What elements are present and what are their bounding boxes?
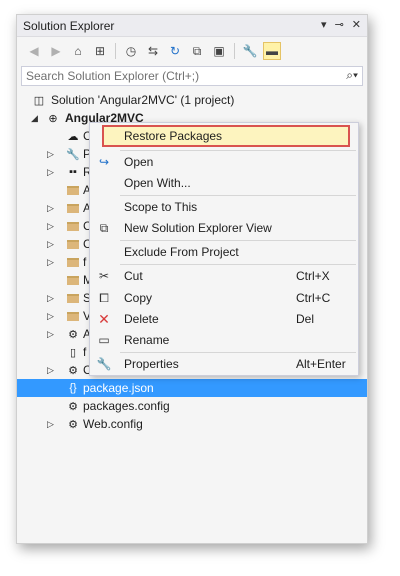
menu-item-label: Cut <box>124 269 143 283</box>
menu-item-label: Open With... <box>124 176 191 190</box>
tree-item-label: package.json <box>83 381 154 395</box>
menu-item-properties[interactable]: 🔧 Properties Alt+Enter <box>90 353 358 375</box>
json-file-icon: {} <box>69 382 77 394</box>
search-icon[interactable]: ⌕▾ <box>346 68 358 83</box>
tree-item-label: Web.config <box>83 417 143 431</box>
folder-icon <box>65 201 81 215</box>
tree-row-solution[interactable]: ◫ Solution 'Angular2MVC' (1 project) <box>17 91 367 109</box>
menu-item-open[interactable]: ↪ Open <box>90 151 358 173</box>
toolbar-separator <box>115 43 116 59</box>
back-icon[interactable]: ◀ <box>25 42 43 60</box>
folder-icon <box>65 273 81 287</box>
home-icon[interactable]: ⌂ <box>69 42 87 60</box>
menu-item-label: Rename <box>124 333 170 347</box>
show-all-files-icon[interactable]: ▣ <box>210 42 228 60</box>
expand-arrow-icon[interactable]: ▷ <box>47 149 54 160</box>
folder-icon <box>65 291 81 305</box>
menu-item-restore-packages[interactable]: Restore Packages <box>102 125 350 147</box>
new-view-icon: ⧉ <box>99 220 109 235</box>
menu-item-label: Exclude From Project <box>124 245 239 259</box>
folder-icon <box>65 183 81 197</box>
close-icon[interactable]: ✕ <box>352 18 361 31</box>
panel-titlebar: Solution Explorer ▾ ⊸ ✕ <box>17 15 367 37</box>
menu-item-label: New Solution Explorer View <box>124 221 272 235</box>
properties-icon[interactable]: 🔧 <box>241 42 259 60</box>
folder-icon <box>65 219 81 233</box>
menu-item-scope-to-this[interactable]: Scope to This <box>90 196 358 218</box>
tree-item-label: f <box>83 345 87 359</box>
panel-title: Solution Explorer <box>23 18 115 33</box>
menu-item-delete[interactable]: ✕ Delete Del <box>90 308 358 330</box>
menu-item-new-solution-explorer-view[interactable]: ⧉ New Solution Explorer View <box>90 217 358 239</box>
refresh-icon[interactable]: ↻ <box>166 42 184 60</box>
cut-icon: ✂ <box>98 269 110 283</box>
toolbar-separator <box>234 43 235 59</box>
menu-item-rename[interactable]: ▭ Rename <box>90 329 358 351</box>
expand-arrow-icon[interactable]: ◢ <box>31 113 38 124</box>
menu-item-shortcut: Ctrl+X <box>296 269 330 283</box>
expand-arrow-icon[interactable]: ▷ <box>47 311 54 322</box>
explorer-toolbar: ◀ ▶ ⌂ ⊞ ◷ ⇆ ↻ ⧉ ▣ 🔧 ▬ <box>17 38 367 64</box>
menu-item-label: Properties <box>124 357 179 371</box>
tree-item-label: f <box>83 255 87 269</box>
menu-item-copy[interactable]: ⧠ Copy Ctrl+C <box>90 287 358 309</box>
menu-item-open-with[interactable]: Open With... <box>90 172 358 194</box>
expand-arrow-icon[interactable]: ▷ <box>47 329 54 340</box>
folder-icon <box>65 255 81 269</box>
expand-arrow-icon[interactable]: ▷ <box>47 365 54 376</box>
dropdown-icon[interactable]: ▾ <box>321 18 327 31</box>
menu-item-label: Open <box>124 155 154 169</box>
menu-item-label: Copy <box>124 291 153 305</box>
expand-arrow-icon[interactable]: ▷ <box>47 239 54 250</box>
menu-item-shortcut: Ctrl+C <box>296 291 331 305</box>
title-controls: ▾ ⊸ ✕ <box>321 18 361 31</box>
expand-arrow-icon[interactable]: ▷ <box>47 293 54 304</box>
tree-row-package-json[interactable]: {} package.json <box>17 379 367 397</box>
menu-item-label: Scope to This <box>124 200 198 214</box>
tree-row-packages-config[interactable]: ⚙ packages.config <box>17 397 367 415</box>
folder-icon <box>65 237 81 251</box>
file-icon: ▯ <box>69 346 77 359</box>
preview-icon[interactable]: ▬ <box>263 42 281 60</box>
menu-item-shortcut: Alt+Enter <box>296 357 346 371</box>
expand-arrow-icon[interactable]: ▷ <box>47 419 54 430</box>
config-file-icon: ⚙ <box>68 400 78 413</box>
pin-icon[interactable]: ⊸ <box>335 18 344 31</box>
menu-item-label: Delete <box>124 312 159 326</box>
menu-item-exclude-from-project[interactable]: Exclude From Project <box>90 241 358 263</box>
solution-icon: ◫ <box>33 94 45 107</box>
expand-arrow-icon[interactable]: ▷ <box>47 221 54 232</box>
menu-item-label: Restore Packages <box>124 129 223 143</box>
web-project-icon: ⊕ <box>48 112 58 125</box>
open-icon: ↪ <box>98 155 110 169</box>
config-file-icon: ⚙ <box>68 418 78 431</box>
copy-icon: ⧠ <box>99 290 109 305</box>
properties-icon: 🔧 <box>96 357 112 371</box>
config-file-icon: ⚙ <box>68 364 78 377</box>
context-menu: Restore Packages ↪ Open Open With... Sco… <box>89 122 359 376</box>
collapse-all-icon[interactable]: ⧉ <box>188 42 206 60</box>
expand-arrow-icon[interactable]: ▷ <box>47 257 54 268</box>
rename-icon: ▭ <box>98 333 110 347</box>
search-box: ⌕▾ <box>21 66 363 86</box>
expand-arrow-icon[interactable]: ▷ <box>47 167 54 178</box>
forward-icon[interactable]: ▶ <box>47 42 65 60</box>
menu-item-cut[interactable]: ✂ Cut Ctrl+X <box>90 265 358 287</box>
wrench-icon: 🔧 <box>66 148 80 161</box>
folder-icon <box>65 309 81 323</box>
tree-row-web-config[interactable]: ▷ ⚙ Web.config <box>17 415 367 433</box>
history-icon[interactable]: ◷ <box>122 42 140 60</box>
sync-icon[interactable]: ⇆ <box>144 42 162 60</box>
delete-icon: ✕ <box>98 310 110 327</box>
config-file-icon: ⚙ <box>68 328 78 341</box>
switch-views-icon[interactable]: ⊞ <box>91 42 109 60</box>
menu-item-shortcut: Del <box>296 312 315 326</box>
expand-arrow-icon[interactable]: ▷ <box>47 203 54 214</box>
solution-label: Solution 'Angular2MVC' (1 project) <box>51 93 235 107</box>
tree-item-label: packages.config <box>83 399 170 413</box>
search-input[interactable] <box>22 67 322 85</box>
references-icon: ▪▪ <box>69 166 77 178</box>
connected-services-icon: ☁ <box>67 130 79 143</box>
